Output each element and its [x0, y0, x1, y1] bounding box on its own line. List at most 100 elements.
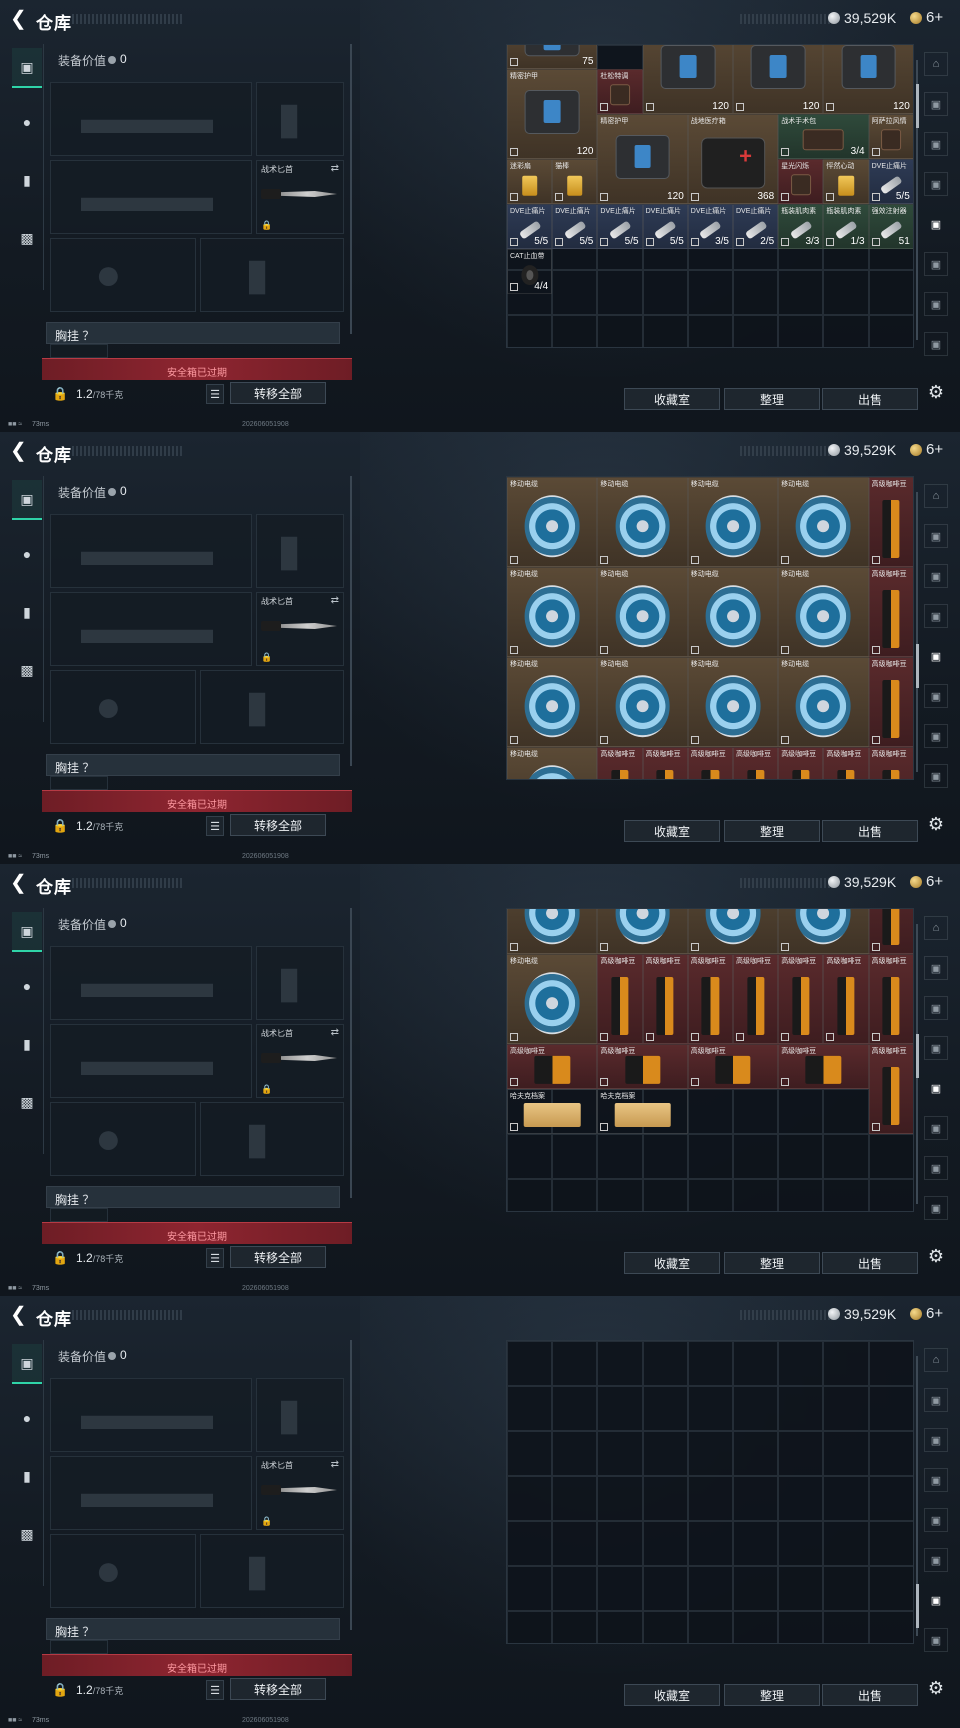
stash-item[interactable]: 战术手术包 3/4 [778, 114, 869, 159]
stash-cell[interactable] [868, 270, 913, 315]
stash-cell[interactable] [868, 1341, 913, 1386]
stash-cell[interactable] [642, 1386, 688, 1431]
storage-box-icon[interactable]: ▣ [924, 172, 948, 196]
premium-currency-count[interactable]: 6+ [926, 873, 943, 890]
storage-box-icon[interactable]: ▣ [924, 1076, 948, 1100]
collection-room-button[interactable]: 收藏室 [624, 820, 720, 842]
tab-weapons[interactable]: ▣ [12, 48, 42, 88]
gear-icon[interactable]: ⚙ [924, 812, 948, 836]
stash-scroll-thumb[interactable] [916, 84, 919, 128]
armor-slot[interactable]: ▮ [200, 1534, 344, 1608]
chest-rig-slot[interactable]: 胸挂 ？ [46, 754, 340, 776]
stash-cell[interactable] [687, 1476, 733, 1521]
transfer-all-button[interactable]: 转移全部 [230, 382, 326, 404]
stash-item[interactable]: 高级咖啡豆 [778, 747, 824, 779]
armor-slot[interactable]: ▮ [200, 1102, 344, 1176]
stash-cell[interactable] [868, 1179, 913, 1211]
stash-cell[interactable] [642, 1179, 688, 1211]
stash-cell[interactable] [733, 1089, 779, 1134]
safe-box-expired-banner[interactable]: 安全箱已过期 [42, 790, 352, 812]
stash-cell[interactable] [642, 1341, 688, 1386]
primary-weapon-slot[interactable]: ▬▬▬ [50, 514, 252, 588]
list-view-button[interactable]: ☰ [206, 384, 224, 404]
stash-cell[interactable] [642, 1134, 688, 1179]
stash-cell[interactable] [552, 315, 598, 347]
stash-cell[interactable] [823, 1521, 869, 1566]
stash-cell[interactable] [597, 1611, 643, 1643]
stash-cell[interactable] [597, 1179, 643, 1211]
stash-cell[interactable] [733, 315, 779, 347]
organize-button[interactable]: 整理 [724, 388, 820, 410]
stash-cell[interactable] [733, 1521, 779, 1566]
stash-cell[interactable] [507, 1611, 553, 1643]
stash-cell[interactable] [552, 1521, 598, 1566]
stash-cell[interactable] [687, 1386, 733, 1431]
stash-cell[interactable] [733, 1431, 779, 1476]
stash-item[interactable]: 高级咖啡豆 [868, 954, 913, 1044]
stash-cell[interactable] [507, 1476, 553, 1521]
tab-helmet[interactable]: ● [12, 102, 42, 142]
swap-icon[interactable]: ⇄ [331, 595, 339, 606]
swap-icon[interactable]: ⇄ [331, 163, 339, 174]
stash-scrollbar[interactable] [916, 492, 918, 772]
helmet-slot[interactable]: ● [50, 238, 196, 312]
stash-cell[interactable] [778, 270, 824, 315]
stash-item[interactable]: 移动电缆 [507, 954, 598, 1044]
list-view-button[interactable]: ☰ [206, 816, 224, 836]
sell-button[interactable]: 出售 [822, 820, 918, 842]
stash-cell[interactable] [687, 1134, 733, 1179]
storage-box-icon[interactable]: ▣ [924, 212, 948, 236]
safe-box-expired-banner[interactable]: 安全箱已过期 [42, 1654, 352, 1676]
secondary-weapon-slot[interactable]: ▬▬▬ [50, 1456, 252, 1530]
organize-button[interactable]: 整理 [724, 820, 820, 842]
stash-cell[interactable] [552, 1431, 598, 1476]
stash-cell[interactable] [642, 1476, 688, 1521]
stash-item[interactable]: 移动电缆 [778, 477, 869, 567]
hideout-icon[interactable]: ⌂ [924, 484, 948, 508]
helmet-slot[interactable]: ● [50, 1102, 196, 1176]
storage-box-icon[interactable]: ▣ [924, 1196, 948, 1220]
tab-helmet[interactable]: ● [12, 534, 42, 574]
sidearm-slot[interactable]: ▮ [256, 514, 344, 588]
stash-cell[interactable] [597, 1521, 643, 1566]
stash-cell[interactable] [823, 1179, 869, 1211]
stash-scroll-thumb[interactable] [916, 1584, 919, 1628]
storage-box-icon[interactable]: ▣ [924, 1628, 948, 1652]
storage-box-icon[interactable]: ▣ [924, 644, 948, 668]
stash-item[interactable]: 高级咖啡豆 [642, 954, 688, 1044]
storage-box-icon[interactable]: ▣ [924, 1508, 948, 1532]
stash-item[interactable]: 120 [823, 45, 913, 114]
stash-item[interactable]: 移动电缆 [507, 567, 598, 657]
storage-box-icon[interactable]: ▣ [924, 564, 948, 588]
storage-box-icon[interactable]: ▣ [924, 332, 948, 356]
melee-slot[interactable]: 战术匕首 ⇄ 🔒 [256, 1024, 344, 1098]
premium-currency-count[interactable]: 6+ [926, 1305, 943, 1322]
stash-cell[interactable] [552, 270, 598, 315]
stash-item[interactable]: 高级咖啡豆 [687, 954, 733, 1044]
stash-item[interactable]: 移动电缆 [597, 477, 688, 567]
chest-rig-slot[interactable]: 胸挂 ？ [46, 1618, 340, 1640]
swap-icon[interactable]: ⇄ [331, 1027, 339, 1038]
storage-box-icon[interactable]: ▣ [924, 252, 948, 276]
hideout-icon[interactable]: ⌂ [924, 52, 948, 76]
stash-cell[interactable] [778, 1476, 824, 1521]
stash-cell[interactable] [733, 1134, 779, 1179]
sell-button[interactable]: 出售 [822, 1684, 918, 1706]
stash-cell[interactable] [687, 1521, 733, 1566]
stash-item[interactable]: 120 [642, 45, 733, 114]
stash-cell[interactable] [597, 1341, 643, 1386]
primary-weapon-slot[interactable]: ▬▬▬ [50, 1378, 252, 1452]
storage-box-icon[interactable]: ▣ [924, 604, 948, 628]
stash-cell[interactable] [552, 1611, 598, 1643]
stash-cell[interactable] [868, 1476, 913, 1521]
stash-item[interactable]: 移动电缆 [507, 657, 598, 747]
stash-item[interactable]: 哈夫克档案 [597, 1089, 688, 1134]
primary-weapon-slot[interactable]: ▬▬▬ [50, 82, 252, 156]
storage-box-icon[interactable]: ▣ [924, 996, 948, 1020]
stash-cell[interactable] [733, 1341, 779, 1386]
hideout-icon[interactable]: ⌂ [924, 916, 948, 940]
stash-cell[interactable] [778, 1134, 824, 1179]
stash-cell[interactable] [687, 1611, 733, 1643]
armor-slot[interactable]: ▮ [200, 670, 344, 744]
melee-slot[interactable]: 战术匕首 ⇄ 🔒 [256, 592, 344, 666]
